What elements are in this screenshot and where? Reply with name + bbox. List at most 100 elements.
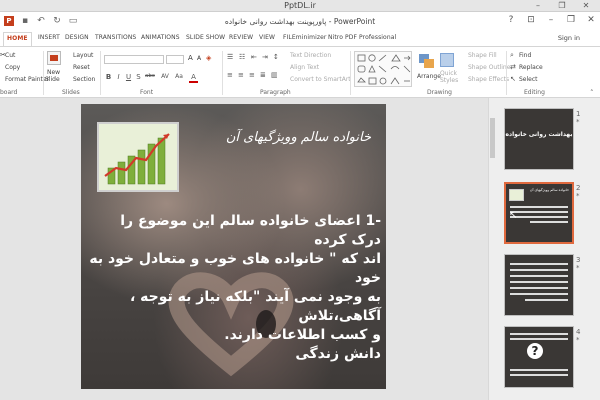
bullets-icon[interactable]: ☰	[227, 53, 233, 61]
text-direction-button[interactable]: Text Direction	[290, 52, 331, 59]
char-spacing-button[interactable]: AV	[159, 73, 171, 80]
new-slide-label[interactable]: New	[47, 69, 60, 76]
align-text-button[interactable]: Align Text	[290, 64, 319, 71]
bold-button[interactable]: B	[104, 73, 113, 81]
change-case-button[interactable]: Aa	[173, 73, 185, 80]
shape-fill-button[interactable]: Shape Fill	[468, 52, 497, 59]
new-slide-icon[interactable]	[47, 51, 61, 65]
decrease-indent-icon[interactable]: ⇤	[251, 53, 257, 61]
growth-chart-icon	[99, 124, 177, 190]
numbering-icon[interactable]: ☷	[239, 53, 245, 61]
slide-body-line: و کسب اطلاعات دارند.	[224, 327, 381, 343]
select-icon[interactable]: ↖	[510, 75, 516, 83]
justify-icon[interactable]: ≣	[260, 71, 266, 79]
font-size-combo[interactable]	[166, 55, 184, 64]
slide-title[interactable]: خانواده سالم وویژگیهای آن	[201, 130, 371, 145]
columns-icon[interactable]: ▥	[271, 71, 278, 79]
grow-font-icon[interactable]: A	[188, 54, 193, 62]
slide-body-line: به وجود نمی آیند "بلکه نیاز به توجه ، آگ…	[129, 289, 381, 324]
editor-area: خانواده سالم وویژگیهای آن -1 اعضای خانوا…	[0, 98, 600, 400]
section-button[interactable]: Section	[73, 76, 95, 83]
strip-close-button[interactable]: ✕	[574, 0, 598, 12]
collapse-ribbon-icon[interactable]: ˄	[590, 89, 594, 97]
slide-thumbnail-4[interactable]: ?	[504, 326, 574, 388]
chart-picture[interactable]	[97, 122, 179, 192]
quick-styles-label[interactable]: Quick	[440, 70, 457, 77]
editing-group-label: Editing	[524, 89, 545, 96]
replace-button[interactable]: Replace	[519, 64, 543, 71]
ribbon-display-icon[interactable]: ⊡	[526, 15, 536, 25]
quick-styles-icon[interactable]	[440, 53, 454, 67]
ribbon-tabs: HOME INSERT DESIGN TRANSITIONS ANIMATION…	[0, 32, 600, 46]
arrange-button[interactable]: Arrange	[417, 73, 441, 80]
group-separator	[506, 51, 507, 95]
window-controls: ? ⊡ – ❐ ✕	[506, 15, 596, 25]
tab-transitions[interactable]: TRANSITIONS	[95, 34, 136, 41]
select-button[interactable]: Select	[519, 76, 538, 83]
editor-vertical-scrollbar[interactable]	[488, 98, 496, 400]
clear-format-icon[interactable]: ◈	[206, 54, 211, 62]
minimize-button[interactable]: –	[546, 15, 556, 25]
site-title: PptDL.ir	[284, 1, 316, 10]
quick-styles-label-2[interactable]: Styles	[440, 77, 458, 84]
tab-slide-show[interactable]: SLIDE SHOW	[186, 34, 225, 41]
italic-button[interactable]: I	[114, 73, 123, 81]
text-shadow-button[interactable]: S	[134, 73, 143, 81]
clipboard-group-label: board	[0, 89, 18, 96]
slide-thumbnail-3[interactable]	[504, 254, 574, 316]
align-left-icon[interactable]: ≡	[227, 71, 233, 79]
font-name-combo[interactable]	[104, 55, 164, 64]
thumbnail-title: بهداشت روانی خانواده	[505, 131, 573, 138]
tab-animations[interactable]: ANIMATIONS	[141, 34, 180, 41]
align-center-icon[interactable]: ≡	[238, 71, 244, 79]
slide-body[interactable]: -1 اعضای خانواده سالم این موضوع را درک ک…	[87, 212, 381, 364]
replace-icon[interactable]: ⇄	[510, 63, 516, 71]
tab-view[interactable]: VIEW	[259, 34, 275, 41]
help-icon[interactable]: ?	[506, 15, 516, 25]
layout-button[interactable]: Layout	[73, 52, 93, 59]
strikethrough-button[interactable]: abc	[143, 73, 157, 79]
group-separator	[43, 51, 44, 95]
underline-button[interactable]: U	[124, 73, 133, 81]
sign-in-link[interactable]: Sign in	[558, 34, 580, 42]
arrange-icon[interactable]	[418, 53, 436, 69]
new-slide-label-2[interactable]: Slide	[45, 76, 60, 83]
shrink-font-icon[interactable]: A	[197, 55, 201, 62]
group-separator	[222, 51, 223, 95]
tab-home[interactable]: HOME	[3, 32, 32, 46]
strip-restore-button[interactable]: ❐	[550, 0, 574, 12]
slide-thumbnails-pane: 1 * بهداشت روانی خانواده 2 * خانواده سال…	[496, 98, 600, 400]
close-button[interactable]: ✕	[586, 15, 596, 25]
cut-button[interactable]: Cut	[5, 52, 15, 59]
increase-indent-icon[interactable]: ⇥	[262, 53, 268, 61]
tab-design[interactable]: DESIGN	[65, 34, 89, 41]
slide-body-line: -1 اعضای خانواده سالم این موضوع را درک ک…	[120, 213, 381, 248]
line-spacing-icon[interactable]: ↕	[273, 53, 279, 61]
tab-insert[interactable]: INSERT	[38, 34, 60, 41]
tab-fileminimizer[interactable]: FILEminimizer	[283, 34, 326, 41]
slide-thumbnail-1[interactable]: بهداشت روانی خانواده	[504, 108, 574, 170]
find-button[interactable]: Find	[519, 52, 531, 59]
slide-thumbnail-2[interactable]: خانواده سالم وویژگیهای آن ↖	[504, 182, 574, 244]
slide-canvas[interactable]: خانواده سالم وویژگیهای آن -1 اعضای خانوا…	[81, 104, 386, 389]
shape-effects-button[interactable]: Shape Effects	[468, 76, 509, 83]
tab-review[interactable]: REVIEW	[229, 34, 253, 41]
group-separator	[100, 51, 101, 95]
shapes-gallery-icons	[357, 54, 411, 85]
strip-minimize-button[interactable]: –	[526, 0, 550, 12]
align-right-icon[interactable]: ≡	[249, 71, 255, 79]
thumbnail-number: 2	[576, 184, 581, 192]
shapes-gallery[interactable]	[354, 51, 412, 87]
reset-button[interactable]: Reset	[73, 64, 90, 71]
scroll-thumb[interactable]	[490, 118, 495, 158]
font-color-button[interactable]: A	[189, 73, 198, 83]
tab-nitro-pdf[interactable]: Nitro PDF Professional	[328, 34, 396, 41]
copy-button[interactable]: Copy	[5, 64, 20, 71]
drawing-group-label: Drawing	[427, 89, 452, 96]
ribbon: ✂ Cut Copy Format Painter board New Slid…	[0, 46, 600, 98]
find-icon[interactable]: ⌕	[510, 51, 514, 60]
shape-outline-button[interactable]: Shape Outline	[468, 64, 510, 71]
convert-smartart-button[interactable]: Convert to SmartArt	[290, 76, 351, 83]
thumbnail-number: 1	[576, 110, 581, 118]
restore-button[interactable]: ❐	[566, 15, 576, 25]
